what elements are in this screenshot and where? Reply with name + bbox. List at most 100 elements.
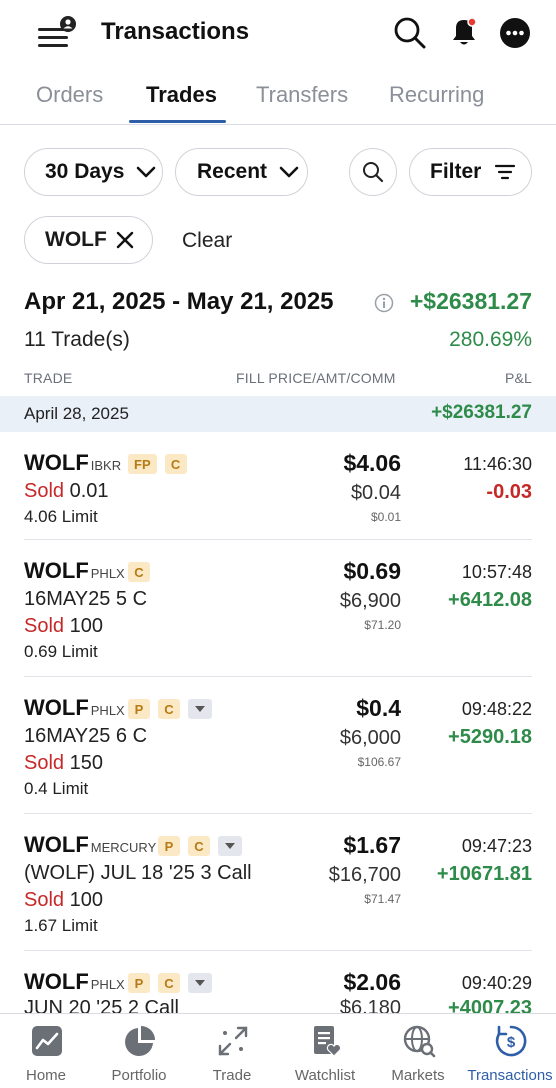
filter-lines-icon bbox=[495, 164, 516, 180]
symbol-text: WOLF bbox=[24, 695, 89, 720]
commission: $71.20 bbox=[364, 618, 401, 632]
trade-pl: +10671.81 bbox=[436, 863, 532, 885]
nav-label: Portfolio bbox=[111, 1067, 167, 1084]
watchlist-heart-icon bbox=[314, 1026, 342, 1057]
info-icon[interactable] bbox=[374, 293, 394, 313]
bottom-navigation: Home Portfolio Trade Watchlist Markets $… bbox=[0, 1013, 556, 1088]
quantity: 100 bbox=[69, 615, 103, 637]
badge: C bbox=[188, 836, 210, 856]
fill-price: $1.67 bbox=[343, 832, 401, 858]
trade-row[interactable]: WOLF IBKR FP C Sold 0.01 4.06 Limit $4.06… bbox=[0, 432, 556, 540]
trade-venue: PHLX bbox=[90, 977, 125, 992]
page-title: Transactions bbox=[101, 18, 250, 45]
fill-amount: $16,700 bbox=[328, 864, 401, 886]
svg-text:$: $ bbox=[507, 1034, 516, 1051]
period-dropdown[interactable]: 30 Days bbox=[24, 148, 163, 196]
expand-dropdown[interactable] bbox=[188, 973, 212, 993]
trade-pl: +5290.18 bbox=[448, 726, 532, 748]
filter-label: Filter bbox=[430, 160, 482, 183]
active-tab-indicator bbox=[129, 120, 226, 123]
order-type: 1.67 Limit bbox=[24, 916, 98, 935]
notification-bell-icon[interactable] bbox=[447, 15, 481, 49]
clear-filters-link[interactable]: Clear bbox=[182, 229, 232, 253]
trade-time: 09:48:22 bbox=[461, 699, 532, 719]
side-label: Sold bbox=[24, 752, 65, 774]
app-header: Transactions bbox=[0, 0, 556, 66]
commission: $0.01 bbox=[370, 510, 401, 524]
trade-row[interactable]: WOLF PHLX P C 16MAY25 6 C Sold 150 0.4 Li… bbox=[0, 677, 556, 814]
home-chart-icon bbox=[32, 1026, 62, 1056]
trade-badges: P C bbox=[158, 836, 242, 856]
trade-venue: PHLX bbox=[90, 703, 125, 718]
chevron-down-icon bbox=[137, 166, 156, 178]
quantity: 0.01 bbox=[69, 480, 109, 502]
trade-arrows-icon bbox=[218, 1026, 248, 1056]
caret-down-icon bbox=[195, 980, 205, 986]
trade-symbol: WOLF MERCURY bbox=[24, 832, 156, 858]
tab-recurring[interactable]: Recurring bbox=[389, 82, 484, 108]
contract-name: 16MAY25 5 C bbox=[24, 588, 148, 610]
fill-amount: $6,180 bbox=[339, 997, 401, 1013]
trade-row[interactable]: WOLF PHLX C 16MAY25 5 C Sold 100 0.69 Lim… bbox=[0, 540, 556, 677]
more-options-icon[interactable] bbox=[499, 17, 531, 49]
tab-trades[interactable]: Trades bbox=[146, 82, 217, 108]
commission: $106.67 bbox=[357, 755, 401, 769]
nav-trade[interactable]: Trade bbox=[186, 1014, 278, 1088]
column-header-fill: FILL PRICE/AMT/COMM bbox=[236, 370, 396, 386]
sort-dropdown[interactable]: Recent bbox=[175, 148, 308, 196]
fill-price: $2.06 bbox=[343, 969, 401, 995]
trade-time: 09:40:29 bbox=[461, 973, 532, 993]
trade-pl: +6412.08 bbox=[448, 589, 532, 611]
badge: P bbox=[128, 973, 150, 993]
symbol-filter-chip[interactable]: WOLF bbox=[24, 216, 153, 264]
trade-row[interactable]: WOLF PHLX P C JUN 20 '25 2 Call $2.06 $6,… bbox=[0, 951, 556, 1013]
total-pl-percent: 280.69% bbox=[449, 328, 532, 351]
contract-name: JUN 20 '25 2 Call bbox=[24, 997, 179, 1013]
nav-markets[interactable]: Markets bbox=[372, 1014, 464, 1088]
symbol-text: WOLF bbox=[24, 450, 89, 475]
fill-amount: $6,000 bbox=[339, 727, 401, 749]
badge: C bbox=[158, 699, 180, 719]
date-range: Apr 21, 2025 - May 21, 2025 bbox=[24, 288, 334, 315]
chevron-down-icon bbox=[279, 166, 299, 178]
expand-dropdown[interactable] bbox=[218, 836, 242, 856]
trade-venue: MERCURY bbox=[90, 840, 157, 855]
trade-pl: -0.03 bbox=[486, 481, 532, 503]
nav-home[interactable]: Home bbox=[0, 1014, 92, 1088]
trade-symbol: WOLF PHLX bbox=[24, 969, 125, 995]
nav-label: Trade bbox=[212, 1067, 252, 1084]
expand-dropdown[interactable] bbox=[188, 699, 212, 719]
side-label: Sold bbox=[24, 615, 65, 637]
nav-transactions[interactable]: $ Transactions bbox=[464, 1014, 556, 1088]
nav-label: Home bbox=[25, 1067, 66, 1084]
trade-badges: P C bbox=[128, 973, 212, 993]
symbol-text: WOLF bbox=[24, 558, 89, 583]
commission: $71.47 bbox=[364, 892, 401, 906]
trade-venue: IBKR bbox=[90, 458, 122, 473]
trade-row[interactable]: WOLF MERCURY P C (WOLF) JUL 18 '25 3 Call… bbox=[0, 814, 556, 951]
trade-symbol: WOLF IBKR bbox=[24, 450, 121, 476]
trade-time: 09:47:23 bbox=[461, 836, 532, 856]
search-icon[interactable] bbox=[393, 16, 427, 50]
dollar-cycle-icon: $ bbox=[495, 1025, 527, 1057]
trade-badges: P C bbox=[128, 699, 212, 719]
group-pl: +$26381.27 bbox=[431, 402, 532, 423]
menu-account-icon[interactable] bbox=[36, 16, 76, 52]
nav-label: Transactions bbox=[467, 1067, 553, 1084]
close-icon[interactable] bbox=[115, 230, 135, 250]
symbol-text: WOLF bbox=[24, 969, 89, 994]
trade-side-qty: Sold 100 bbox=[24, 889, 103, 912]
filter-button[interactable]: Filter bbox=[409, 148, 532, 196]
nav-portfolio[interactable]: Portfolio bbox=[93, 1014, 185, 1088]
contract-name: (WOLF) JUL 18 '25 3 Call bbox=[24, 862, 252, 884]
tab-orders[interactable]: Orders bbox=[36, 82, 103, 108]
fill-price: $0.4 bbox=[356, 695, 401, 721]
symbol-text: WOLF bbox=[24, 832, 89, 857]
nav-watchlist[interactable]: Watchlist bbox=[279, 1014, 371, 1088]
group-date: April 28, 2025 bbox=[24, 404, 129, 423]
tab-transfers[interactable]: Transfers bbox=[256, 82, 348, 108]
badge: P bbox=[158, 836, 180, 856]
trade-symbol: WOLF PHLX bbox=[24, 695, 125, 721]
search-trades-button[interactable] bbox=[349, 148, 397, 196]
caret-down-icon bbox=[225, 843, 235, 849]
